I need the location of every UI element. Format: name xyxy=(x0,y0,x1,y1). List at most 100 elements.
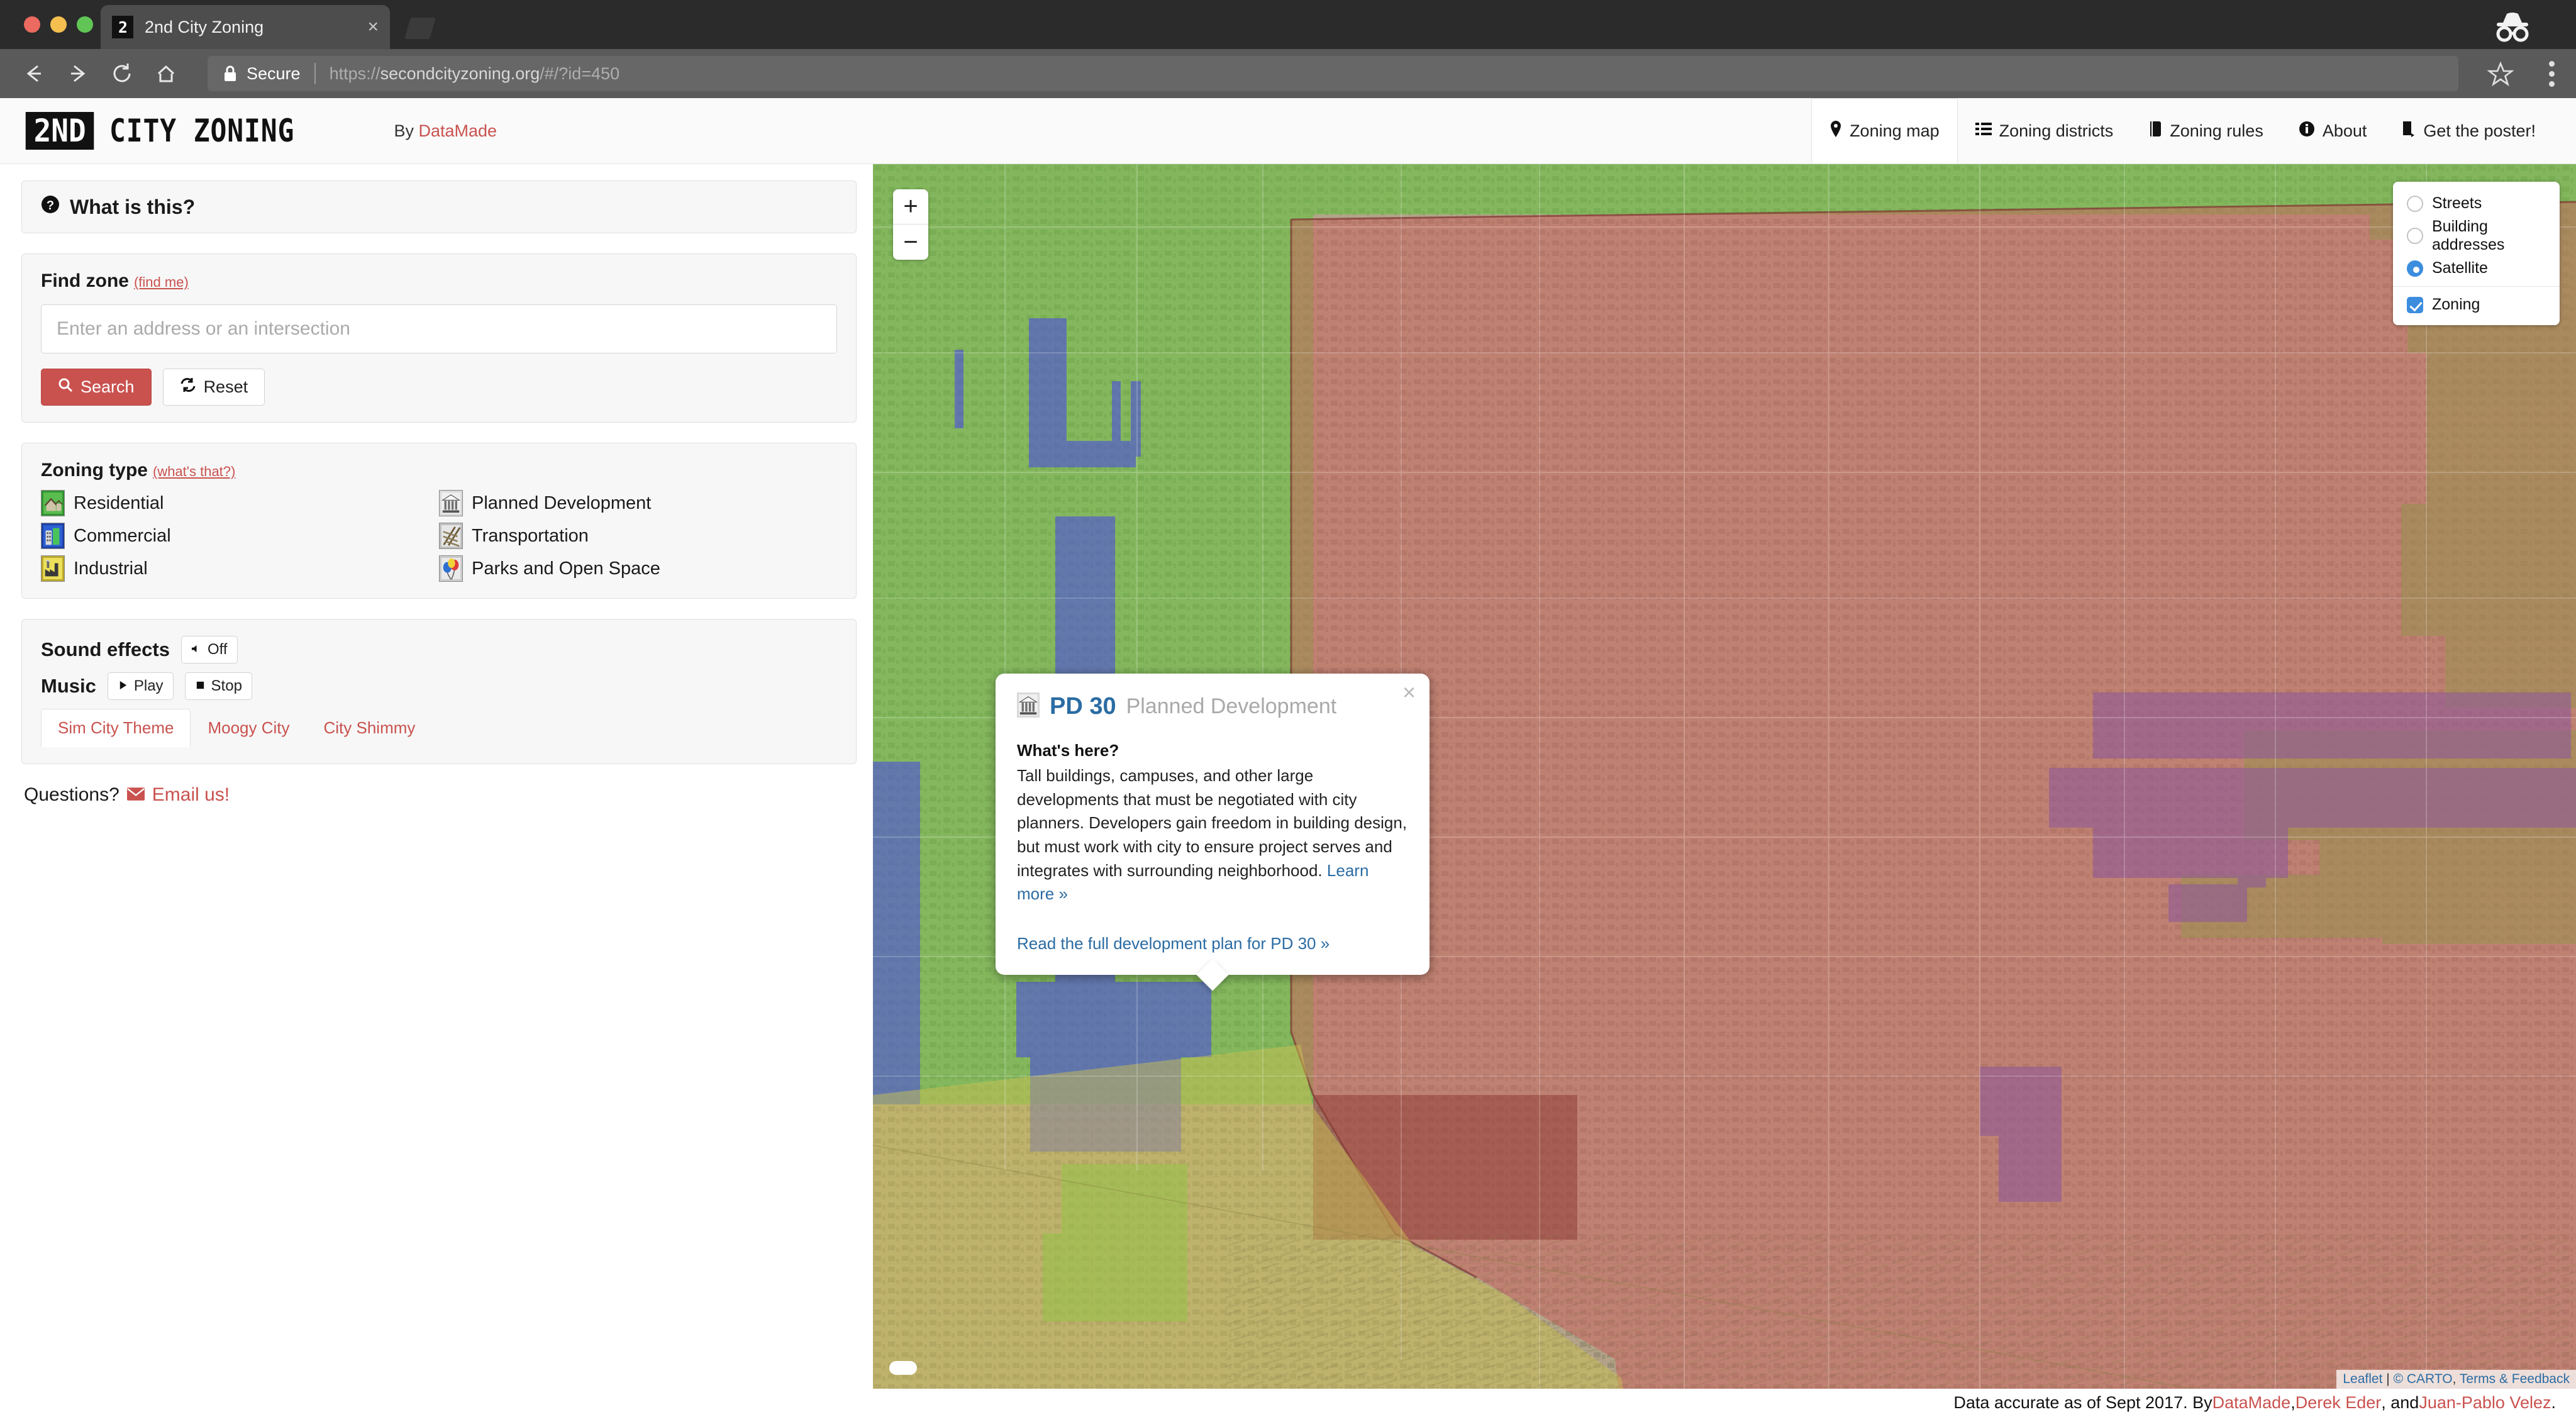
search-button[interactable]: Search xyxy=(41,369,152,406)
footer-sep: , and xyxy=(2381,1393,2419,1412)
what-is-this-panel[interactable]: ? What is this? xyxy=(21,181,857,233)
book-icon xyxy=(2148,121,2162,142)
byline-link[interactable]: DataMade xyxy=(418,121,497,140)
whats-that-link[interactable]: (what's that?) xyxy=(153,464,235,479)
layer-option-satellite[interactable]: Satellite xyxy=(2407,257,2546,280)
zoning-type-residential[interactable]: Residential xyxy=(41,490,439,516)
sound-effects-state: Off xyxy=(207,641,228,658)
layer-option-zoning[interactable]: Zoning xyxy=(2407,293,2546,316)
close-icon[interactable]: × xyxy=(367,18,379,36)
footer-link-derek-eder[interactable]: Derek Eder xyxy=(2296,1393,2382,1413)
close-window-button[interactable] xyxy=(24,16,40,33)
list-icon xyxy=(1975,121,1992,141)
zone-code: PD 30 xyxy=(1050,693,1116,720)
layer-label: Satellite xyxy=(2432,259,2488,277)
layer-control-panel[interactable]: Streets Building addresses Satellite Zon… xyxy=(2393,182,2560,325)
sound-effects-panel: Sound effects Off Music Play Stop Sim Ci… xyxy=(21,619,857,764)
commercial-icon xyxy=(41,523,65,549)
carto-link[interactable]: © CARTO xyxy=(2394,1372,2453,1386)
nav-item-zoning-rules[interactable]: Zoning rules xyxy=(2131,98,2281,164)
sound-effects-toggle[interactable]: Off xyxy=(180,636,238,664)
layer-option-building-addresses[interactable]: Building addresses xyxy=(2407,215,2546,257)
zoning-type-commercial[interactable]: Commercial xyxy=(41,523,439,549)
reload-icon[interactable] xyxy=(109,61,135,86)
questions-row: Questions? Email us! xyxy=(21,784,857,806)
minimize-window-button[interactable] xyxy=(50,16,67,33)
layer-label: Zoning xyxy=(2432,296,2480,313)
track-tab-moogy-city[interactable]: Moogy City xyxy=(191,709,306,747)
what-is-this-label: What is this? xyxy=(70,195,196,218)
find-me-link[interactable]: (find me) xyxy=(134,274,189,290)
track-tab-city-shimmy[interactable]: City Shimmy xyxy=(307,709,433,747)
divider xyxy=(314,63,316,84)
zoning-map[interactable]: + − Streets Building addresses Satellite xyxy=(873,164,2576,1389)
find-zone-panel: Find zone (find me) Search xyxy=(21,253,857,423)
browser-window: 2 2nd City Zoning × Secure https://secon… xyxy=(0,0,2576,1417)
music-label: Music xyxy=(41,675,96,697)
stop-button[interactable]: Stop xyxy=(184,672,252,700)
nav-item-about[interactable]: About xyxy=(2281,98,2385,164)
planned-development-icon xyxy=(1017,692,1040,721)
map-zoom-controls[interactable]: + − xyxy=(893,189,928,260)
envelope-icon xyxy=(126,784,145,806)
back-arrow-icon[interactable] xyxy=(21,61,47,86)
logo-badge: 2ND xyxy=(25,112,94,150)
terms-link[interactable]: Terms & Feedback xyxy=(2460,1372,2570,1386)
main-navigation: Zoning map Zoning districts Zoning rules xyxy=(1811,98,2553,164)
zoning-type-parks[interactable]: Parks and Open Space xyxy=(439,555,837,582)
music-row: Music Play Stop xyxy=(41,672,837,700)
page-body: ? What is this? Find zone (find me) Ente… xyxy=(0,164,2576,1389)
kebab-menu-icon[interactable] xyxy=(2549,60,2555,87)
maximize-window-button[interactable] xyxy=(77,16,93,33)
find-zone-buttons: Search Reset xyxy=(41,369,837,406)
footer-link-juan-pablo-velez[interactable]: Juan-Pablo Velez xyxy=(2419,1393,2551,1413)
forward-arrow-icon[interactable] xyxy=(65,61,91,86)
footer-sep: , xyxy=(2290,1393,2296,1412)
zoning-type-planned-development[interactable]: Planned Development xyxy=(439,490,837,516)
zoning-type-label: Planned Development xyxy=(472,492,652,513)
address-bar[interactable]: Secure https://secondcityzoning.org/#/?i… xyxy=(208,56,2458,91)
what-is-this-header: ? What is this? xyxy=(41,195,837,219)
zoning-type-label: Parks and Open Space xyxy=(472,558,660,579)
radio-streets[interactable] xyxy=(2407,195,2423,212)
zoning-type-transportation[interactable]: Transportation xyxy=(439,523,837,549)
leaflet-link[interactable]: Leaflet xyxy=(2343,1372,2382,1386)
checkbox-zoning[interactable] xyxy=(2407,296,2423,313)
tab-title: 2nd City Zoning xyxy=(145,17,264,36)
radio-satellite[interactable] xyxy=(2407,260,2423,277)
find-zone-label: Find zone xyxy=(41,270,129,291)
star-icon[interactable] xyxy=(2487,60,2514,87)
stop-icon xyxy=(195,677,206,695)
browser-tab[interactable]: 2 2nd City Zoning × xyxy=(101,5,390,49)
play-label: Play xyxy=(133,677,164,694)
window-controls[interactable] xyxy=(24,16,93,33)
layer-option-streets[interactable]: Streets xyxy=(2407,192,2546,215)
nav-item-zoning-districts[interactable]: Zoning districts xyxy=(1958,98,2131,164)
logo-wordmark: CITY ZONING xyxy=(109,113,295,149)
full-development-plan-link[interactable]: Read the full development plan for PD 30… xyxy=(1017,934,1408,953)
nav-item-zoning-map[interactable]: Zoning map xyxy=(1811,98,1958,164)
zoom-out-button[interactable]: − xyxy=(893,225,928,260)
email-us-link[interactable]: Email us! xyxy=(152,784,230,806)
map-popup[interactable]: × PD 30 Planned Development What's here?… xyxy=(996,674,1430,975)
poster-icon xyxy=(2402,121,2416,142)
play-button[interactable]: Play xyxy=(107,672,174,700)
zoning-type-industrial[interactable]: Industrial xyxy=(41,555,439,582)
site-logo[interactable]: 2ND CITY ZONING xyxy=(23,112,325,150)
reset-button[interactable]: Reset xyxy=(162,369,265,406)
refresh-icon xyxy=(180,377,196,397)
new-tab-button[interactable] xyxy=(404,18,436,39)
residential-icon xyxy=(41,490,65,516)
footer-link-datamade[interactable]: DataMade xyxy=(2212,1393,2291,1413)
radio-building-addresses[interactable] xyxy=(2407,228,2423,244)
track-tab-sim-city-theme[interactable]: Sim City Theme xyxy=(41,709,191,747)
sound-effects-row: Sound effects Off xyxy=(41,636,837,664)
play-icon xyxy=(118,677,128,695)
zoning-type-list: Residential Planned Development Commerci… xyxy=(41,490,837,582)
zoom-in-button[interactable]: + xyxy=(893,189,928,225)
home-icon[interactable] xyxy=(153,61,179,86)
close-icon[interactable]: × xyxy=(1402,681,1416,704)
nav-item-get-the-poster[interactable]: Get the poster! xyxy=(2384,98,2553,164)
footer-text: Data accurate as of Sept 2017. By xyxy=(1953,1393,2212,1412)
search-input[interactable] xyxy=(41,304,837,353)
